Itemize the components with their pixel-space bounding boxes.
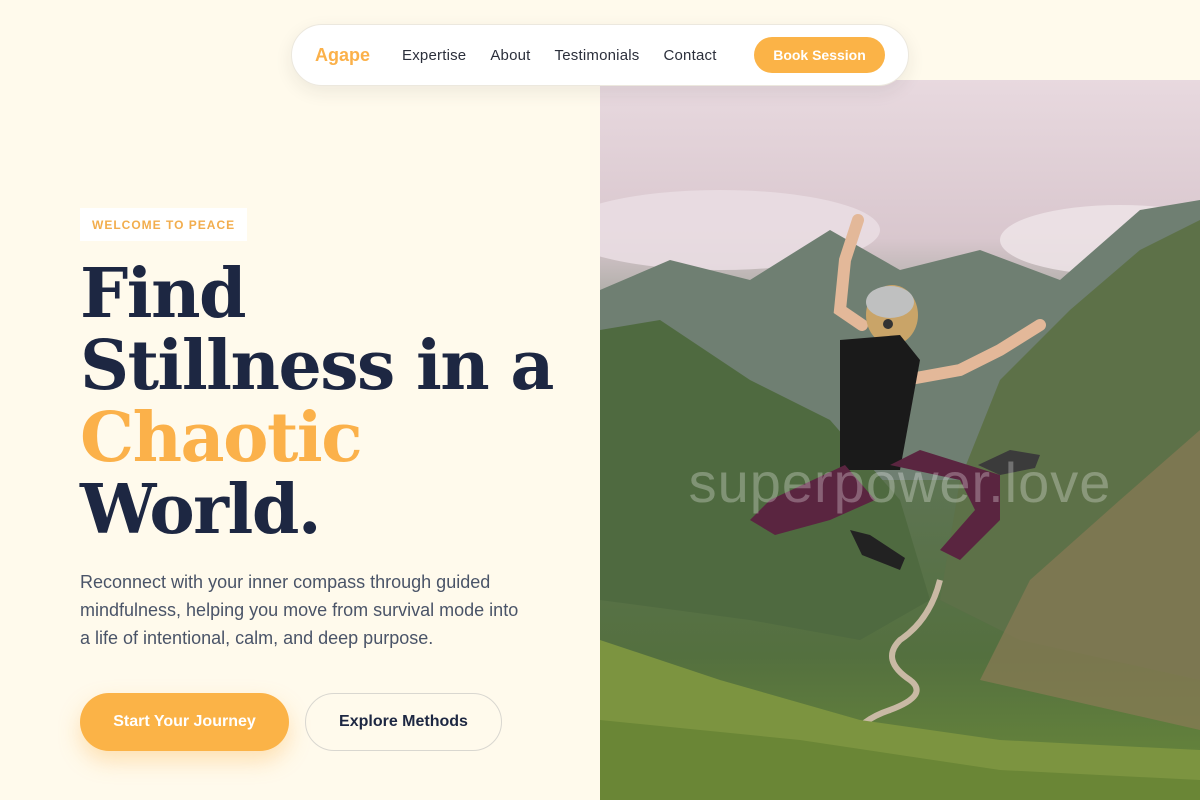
top-navigation: Agape Expertise About Testimonials Conta… xyxy=(291,24,909,86)
nav-link-expertise[interactable]: Expertise xyxy=(402,47,466,64)
headline-accent-word: Chaotic xyxy=(80,398,363,478)
hero-headline: Find Stillness in a Chaotic World. xyxy=(80,258,580,546)
brand-logo[interactable]: Agape xyxy=(315,45,370,66)
nav-link-contact[interactable]: Contact xyxy=(663,47,716,64)
book-session-button[interactable]: Book Session xyxy=(754,37,885,73)
nav-link-testimonials[interactable]: Testimonials xyxy=(555,47,640,64)
eyebrow-badge: WELCOME TO PEACE xyxy=(80,208,248,241)
explore-methods-button[interactable]: Explore Methods xyxy=(305,693,502,751)
hero-description: Reconnect with your inner compass throug… xyxy=(80,572,519,648)
headline-line-1: Find xyxy=(80,254,247,334)
nav-link-about[interactable]: About xyxy=(490,47,530,64)
mountain-jump-illustration xyxy=(600,190,1200,800)
headline-line-2: Stillness in a xyxy=(80,326,554,406)
start-journey-button[interactable]: Start Your Journey xyxy=(80,693,289,751)
headline-line-4: World. xyxy=(80,470,322,550)
hero-image: superpower.love xyxy=(600,80,1200,800)
image-watermark: superpower.love xyxy=(688,451,1112,514)
